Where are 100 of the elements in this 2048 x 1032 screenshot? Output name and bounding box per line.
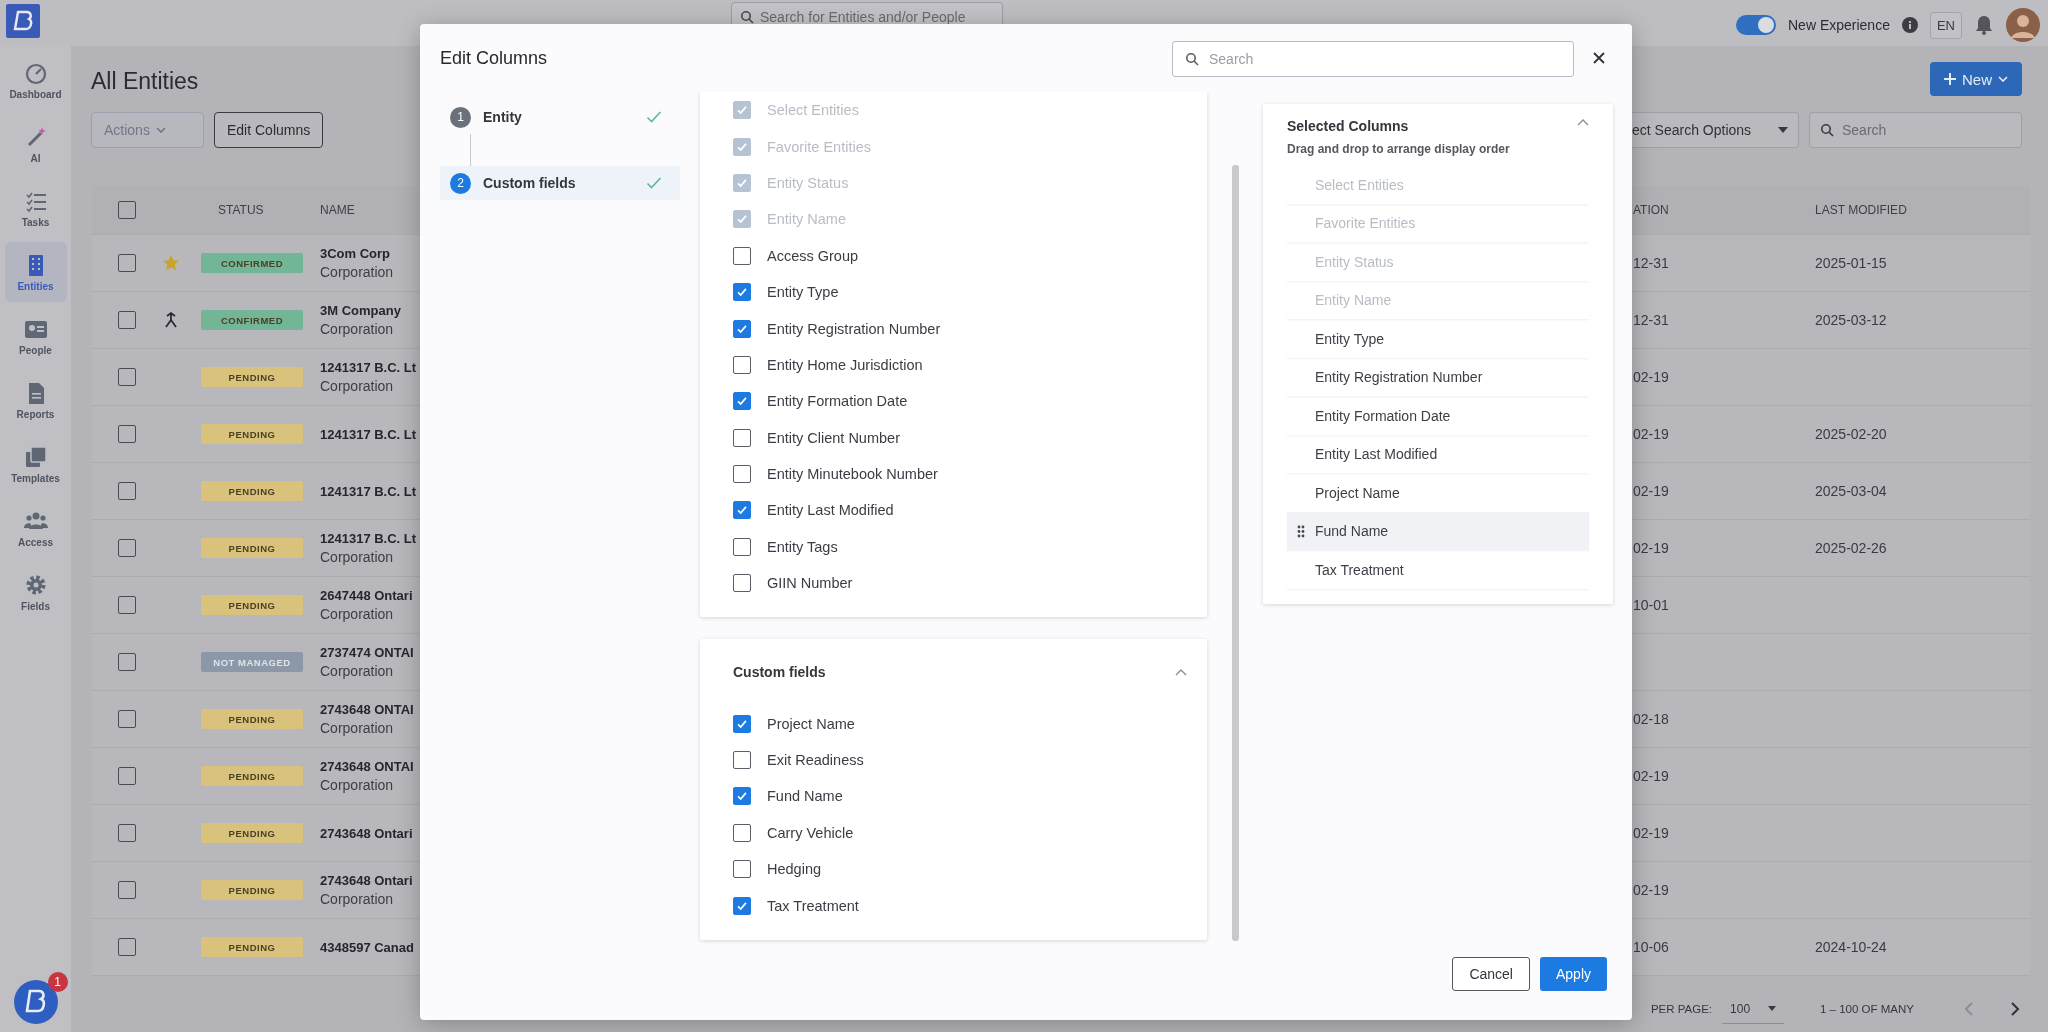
step-item[interactable]: 1 Entity	[440, 100, 680, 134]
checkbox[interactable]	[733, 246, 751, 265]
checkbox[interactable]	[733, 860, 751, 879]
column-item[interactable]: Project Name	[1287, 474, 1589, 513]
column-item[interactable]: Entity Last Modified	[1287, 435, 1589, 474]
checkbox[interactable]	[733, 751, 751, 770]
drag-handle-icon[interactable]	[1297, 524, 1305, 538]
checkbox-label: Exit Readiness	[767, 752, 864, 769]
entity-name[interactable]: 1241317 B.C. Lt	[320, 531, 420, 546]
checkbox[interactable]	[118, 368, 136, 386]
entity-name[interactable]: 1241317 B.C. Lt	[320, 483, 420, 499]
column-header[interactable]: STATUS	[192, 203, 314, 217]
checkbox[interactable]	[118, 311, 136, 329]
nav-item[interactable]: Templates	[4, 434, 67, 494]
nav-item[interactable]: Tasks	[4, 178, 67, 238]
edit-columns-button[interactable]: Edit Columns	[214, 112, 324, 148]
table-cell: 02-19	[1633, 540, 1669, 556]
entity-name[interactable]: 2743648 ONTAI	[320, 702, 420, 717]
toggle-label: New Experience	[1788, 17, 1890, 33]
notification-badge: 1	[47, 972, 68, 992]
entity-name[interactable]: 2743648 Ontari	[320, 873, 420, 888]
bell-icon[interactable]	[1974, 14, 1994, 36]
search-field[interactable]: Search	[1809, 112, 2022, 148]
column-header[interactable]: NAME	[314, 203, 420, 217]
table-cell: 02-18	[1633, 711, 1669, 727]
entity-name[interactable]: 2743648 ONTAI	[320, 759, 420, 774]
checkbox[interactable]	[733, 823, 751, 842]
checkbox[interactable]	[118, 201, 136, 219]
checkbox[interactable]	[733, 392, 751, 411]
nav-item[interactable]: People	[4, 306, 67, 366]
star-icon[interactable]	[162, 254, 180, 272]
entity-name[interactable]: 2743648 Ontari	[320, 825, 420, 841]
checkbox[interactable]	[118, 881, 136, 899]
column-item[interactable]: Fund Name	[1287, 512, 1589, 551]
nav-item[interactable]: Access	[4, 498, 67, 558]
next-page-icon[interactable]	[2010, 1002, 2020, 1016]
search-field[interactable]: Search	[1172, 41, 1574, 77]
entity-type: Corporation	[320, 378, 395, 394]
logo-icon[interactable]	[6, 4, 40, 38]
checkbox[interactable]	[733, 787, 751, 806]
column-header[interactable]: LAST MODIFIED	[1815, 203, 2015, 217]
checkbox[interactable]	[118, 425, 136, 443]
column-item[interactable]: Entity Formation Date	[1287, 397, 1589, 436]
nav-item[interactable]: Fields	[4, 562, 67, 622]
checkbox[interactable]	[733, 355, 751, 374]
checkbox[interactable]	[118, 482, 136, 500]
avatar[interactable]	[2006, 8, 2040, 42]
status-badge: PENDING	[201, 766, 303, 786]
checkbox[interactable]	[118, 653, 136, 671]
checkbox[interactable]	[118, 824, 136, 842]
nav-item[interactable]: Dashboard	[4, 50, 67, 110]
per-page-dropdown[interactable]: 100	[1722, 994, 1785, 1024]
entity-name[interactable]: 2647448 Ontari	[320, 588, 420, 603]
checkbox[interactable]	[733, 501, 751, 520]
entity-name[interactable]: 1241317 B.C. Lt	[320, 360, 420, 375]
step-item[interactable]: 2 Custom fields	[440, 166, 680, 200]
scrollbar[interactable]	[1232, 165, 1239, 941]
entity-name[interactable]: 3Com Corp	[320, 246, 420, 261]
entity-name[interactable]: 1241317 B.C. Lt	[320, 426, 420, 442]
table-cell: 2025-02-20	[1815, 426, 1887, 442]
nav-item[interactable]: Reports	[4, 370, 67, 430]
checkbox[interactable]	[118, 938, 136, 956]
entity-name[interactable]: 2737474 ONTAI	[320, 645, 420, 660]
checkbox[interactable]	[733, 465, 751, 484]
checkbox[interactable]	[733, 574, 751, 593]
column-item[interactable]: Entity Type	[1287, 320, 1589, 359]
column-item[interactable]: Entity Registration Number	[1287, 358, 1589, 397]
checkbox[interactable]	[733, 537, 751, 556]
chevron-up-icon[interactable]	[1577, 118, 1589, 126]
close-icon[interactable]	[1592, 51, 1606, 65]
table-cell: 10-01	[1633, 597, 1669, 613]
checkbox[interactable]	[733, 319, 751, 338]
chevron-up-icon[interactable]	[1175, 668, 1187, 677]
checkbox[interactable]	[733, 428, 751, 447]
checkbox[interactable]	[118, 710, 136, 728]
info-icon[interactable]	[1901, 17, 1918, 33]
entity-type: Corporation	[320, 777, 395, 793]
toggle-switch[interactable]	[1736, 15, 1776, 35]
caret-icon	[1778, 127, 1788, 133]
checkbox-label: Select Entities	[767, 102, 859, 119]
checkbox[interactable]	[733, 896, 751, 915]
language-button[interactable]: EN	[1929, 11, 1962, 39]
entity-name[interactable]: 4348597 Canad	[320, 939, 420, 955]
checkbox[interactable]	[118, 596, 136, 614]
status-badge: PENDING	[201, 823, 303, 843]
checkbox[interactable]	[733, 283, 751, 302]
apply-button[interactable]: Apply	[1539, 957, 1607, 991]
checkbox[interactable]	[118, 254, 136, 272]
checkbox[interactable]	[733, 714, 751, 733]
nav-item[interactable]: AI	[4, 114, 67, 174]
cancel-button[interactable]: Cancel	[1452, 957, 1530, 991]
entity-name[interactable]: 3M Company	[320, 303, 420, 318]
merge-arrow-icon[interactable]	[162, 311, 180, 329]
column-item[interactable]: Tax Treatment	[1287, 551, 1589, 590]
checkbox[interactable]	[118, 767, 136, 785]
new-button[interactable]: New	[1930, 62, 2022, 96]
checkbox[interactable]	[118, 539, 136, 557]
search-icon	[1820, 123, 1834, 137]
column-header[interactable]: ATION	[1633, 203, 1815, 217]
section-subtitle: Drag and drop to arrange display order	[1287, 142, 1510, 156]
